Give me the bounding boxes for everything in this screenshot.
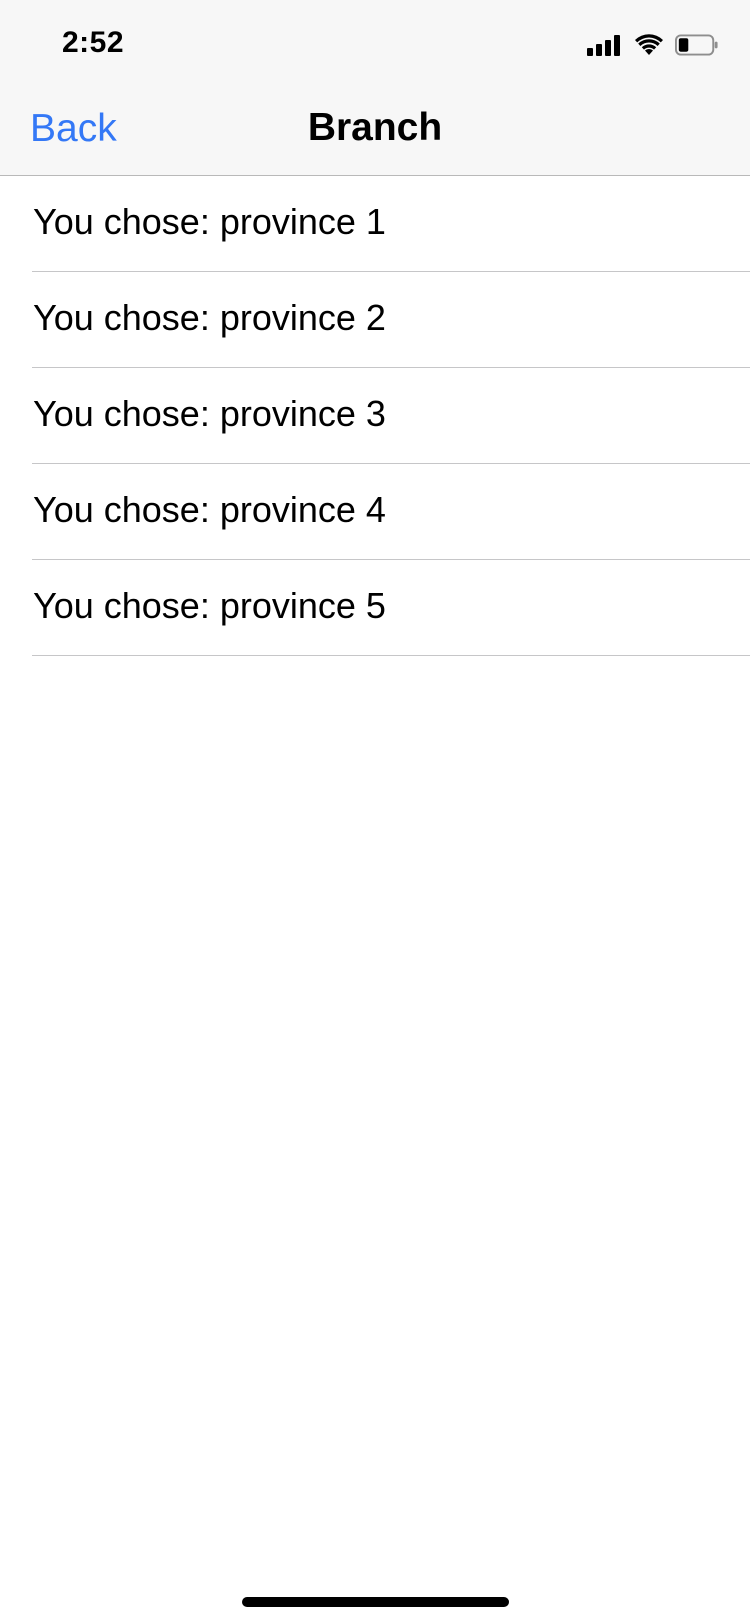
home-indicator[interactable]	[242, 1597, 509, 1607]
row-separator	[32, 655, 750, 656]
province-list: You chose: province 1 You chose: provinc…	[0, 176, 750, 656]
page-title: Branch	[307, 106, 443, 149]
list-item[interactable]: You chose: province 4	[0, 464, 750, 560]
status-icons	[587, 30, 719, 60]
navigation-bar: 2:52 Back Branch	[0, 0, 750, 176]
list-item-label: You chose: province 2	[33, 297, 386, 338]
list-item-label: You chose: province 3	[33, 393, 386, 434]
status-time: 2:52	[62, 26, 125, 59]
battery-icon	[675, 34, 718, 56]
list-item-label: You chose: province 5	[33, 585, 386, 626]
list-item-label: You chose: province 1	[33, 201, 386, 242]
signal-icon	[587, 34, 623, 56]
list-item[interactable]: You chose: province 5	[0, 560, 750, 656]
list-item[interactable]: You chose: province 2	[0, 272, 750, 368]
list-item-label: You chose: province 4	[33, 489, 386, 530]
wifi-icon	[635, 34, 663, 55]
list-item[interactable]: You chose: province 3	[0, 368, 750, 464]
list-item[interactable]: You chose: province 1	[0, 176, 750, 272]
